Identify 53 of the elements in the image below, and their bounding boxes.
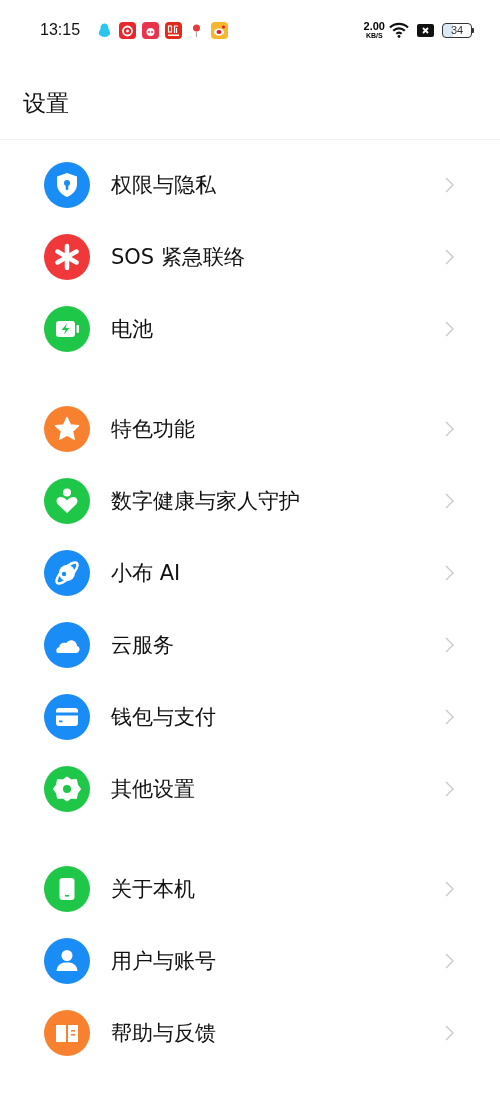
battery-icon [44, 306, 90, 352]
shield-icon [44, 162, 90, 208]
chevron-icon [445, 637, 454, 653]
card-icon [44, 694, 90, 740]
music-app-icon [119, 21, 137, 39]
chevron-icon [445, 493, 454, 509]
book-icon [44, 1010, 90, 1056]
row-label: 钱包与支付 [111, 704, 217, 731]
row-label: 电池 [111, 316, 154, 343]
settings-row[interactable]: 电池 [0, 293, 500, 365]
chevron-icon [445, 781, 454, 797]
row-label: 数字健康与家人守护 [111, 488, 301, 515]
chevron-icon [445, 1025, 454, 1041]
page-title: 设置 [23, 92, 70, 115]
close-box-icon [417, 23, 434, 37]
row-label: 云服务 [111, 632, 175, 659]
settings-row[interactable]: 小布 AI [0, 537, 500, 609]
row-label: SOS 紧急联络 [111, 244, 246, 271]
chevron-icon [445, 249, 454, 265]
row-label: 权限与隐私 [111, 172, 217, 199]
settings-row[interactable]: 其他设置 [0, 753, 500, 825]
chevron-icon [445, 321, 454, 337]
network-speed: 2.00 [363, 21, 385, 32]
row-label: 帮助与反馈 [111, 1020, 217, 1047]
chevron-icon [445, 881, 454, 897]
chevron-icon [445, 953, 454, 969]
settings-row[interactable]: 钱包与支付 [0, 681, 500, 753]
settings-row[interactable]: 特色功能 [0, 393, 500, 465]
row-label: 特色功能 [111, 416, 196, 443]
phone-icon [44, 866, 90, 912]
chevron-icon [445, 709, 454, 725]
row-label: 其他设置 [111, 776, 196, 803]
cloud-icon [44, 622, 90, 668]
settings-row[interactable]: 关于本机 [0, 853, 500, 925]
settings-row[interactable]: 云服务 [0, 609, 500, 681]
row-label: 用户与账号 [111, 948, 217, 975]
chevron-icon [445, 421, 454, 437]
settings-row[interactable]: 帮助与反馈 [0, 997, 500, 1069]
user-icon [44, 938, 90, 984]
settings-row[interactable]: SOS 紧急联络 [0, 221, 500, 293]
settings-row[interactable]: 权限与隐私 [0, 149, 500, 221]
chevron-icon [445, 177, 454, 193]
asterisk-icon [44, 234, 90, 280]
settings-row[interactable]: 数字健康与家人守护 [0, 465, 500, 537]
row-label: 关于本机 [111, 876, 196, 903]
clock: 13:15 [40, 21, 81, 39]
battery-indicator: 34 [442, 22, 474, 38]
chevron-icon [445, 565, 454, 581]
settings-row[interactable]: 用户与账号 [0, 925, 500, 997]
wifi-icon [389, 22, 409, 38]
row-label: 小布 AI [111, 560, 182, 587]
planet-icon [44, 550, 90, 596]
gear-icon [44, 766, 90, 812]
